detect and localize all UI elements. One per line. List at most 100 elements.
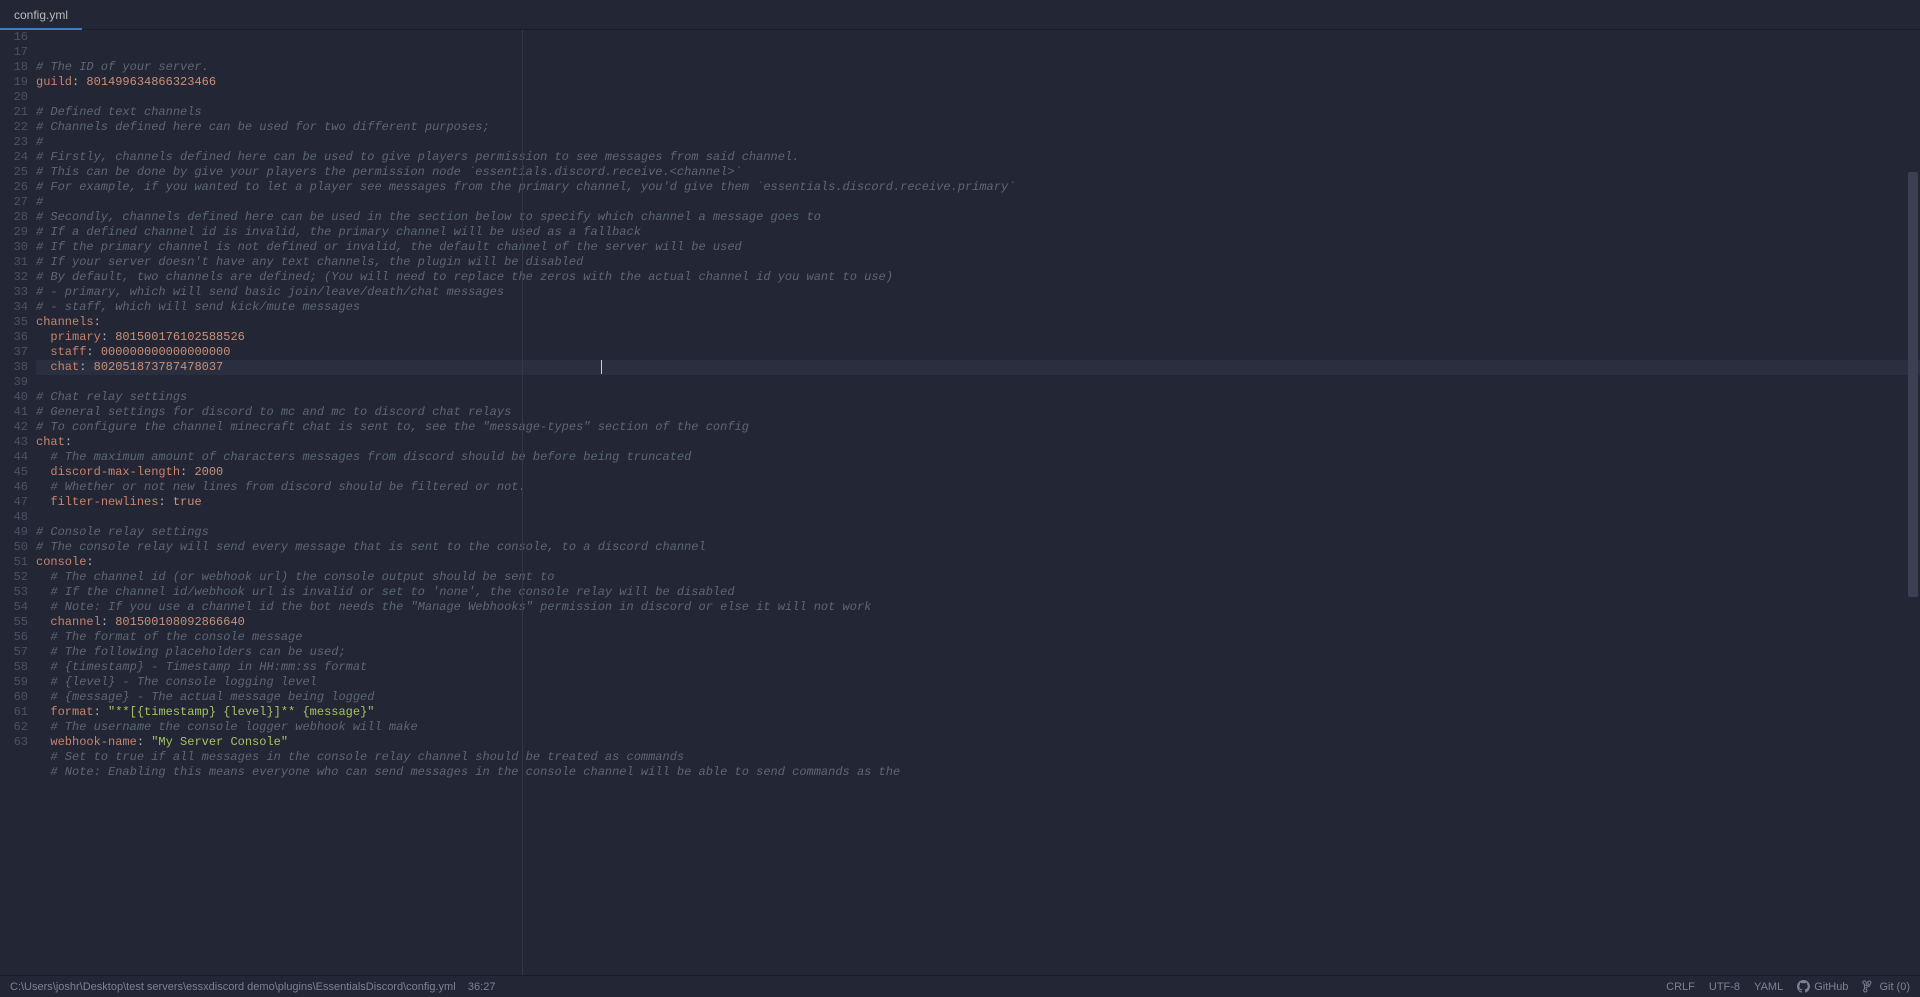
status-git[interactable]: Git (0) xyxy=(1862,980,1910,993)
status-github[interactable]: GitHub xyxy=(1797,980,1848,993)
line-number: 22 xyxy=(0,120,28,135)
status-line-separator[interactable]: CRLF xyxy=(1666,981,1695,993)
code-line[interactable] xyxy=(36,90,1920,105)
line-number: 31 xyxy=(0,255,28,270)
code-line[interactable]: staff: 000000000000000000 xyxy=(36,345,1920,360)
line-number: 63 xyxy=(0,735,28,750)
line-number: 51 xyxy=(0,555,28,570)
github-icon xyxy=(1797,980,1810,993)
code-line[interactable]: filter-newlines: true xyxy=(36,495,1920,510)
comment-token: # If the primary channel is not defined … xyxy=(36,240,742,254)
code-line[interactable]: # The channel id (or webhook url) the co… xyxy=(36,570,1920,585)
code-line[interactable]: # Channels defined here can be used for … xyxy=(36,120,1920,135)
code-line[interactable]: # Console relay settings xyxy=(36,525,1920,540)
code-line[interactable]: # Whether or not new lines from discord … xyxy=(36,480,1920,495)
code-line[interactable]: # - primary, which will send basic join/… xyxy=(36,285,1920,300)
code-line[interactable]: # Secondly, channels defined here can be… xyxy=(36,210,1920,225)
line-number: 23 xyxy=(0,135,28,150)
status-git-label: Git (0) xyxy=(1879,981,1910,993)
code-line[interactable] xyxy=(36,375,1920,390)
line-number: 49 xyxy=(0,525,28,540)
line-number: 52 xyxy=(0,570,28,585)
status-cursor-position[interactable]: 36:27 xyxy=(468,981,496,993)
line-number: 29 xyxy=(0,225,28,240)
token: : xyxy=(180,465,194,479)
line-number: 35 xyxy=(0,315,28,330)
token: : xyxy=(86,345,100,359)
code-line[interactable]: chat: xyxy=(36,435,1920,450)
scrollbar-thumb[interactable] xyxy=(1908,172,1918,597)
code-line[interactable]: # The following placeholders can be used… xyxy=(36,645,1920,660)
code-line[interactable]: # The ID of your server. xyxy=(36,60,1920,75)
vertical-scrollbar[interactable] xyxy=(1908,30,1918,975)
code-line[interactable]: channels: xyxy=(36,315,1920,330)
code-line[interactable]: # The maximum amount of characters messa… xyxy=(36,450,1920,465)
string-token: "My Server Console" xyxy=(151,735,288,749)
line-number: 33 xyxy=(0,285,28,300)
line-number: 55 xyxy=(0,615,28,630)
comment-token: # General settings for discord to mc and… xyxy=(36,405,511,419)
code-line[interactable]: # If your server doesn't have any text c… xyxy=(36,255,1920,270)
text-cursor xyxy=(601,360,602,374)
comment-token: # {timestamp} - Timestamp in HH:mm:ss fo… xyxy=(50,660,367,674)
line-number: 16 xyxy=(0,30,28,45)
code-line[interactable]: # {message} - The actual message being l… xyxy=(36,690,1920,705)
tab-bar: config.yml xyxy=(0,0,1920,30)
token: : xyxy=(86,555,93,569)
tab-config-yml[interactable]: config.yml xyxy=(0,1,82,29)
code-line[interactable] xyxy=(36,510,1920,525)
comment-token: # The username the console logger webhoo… xyxy=(50,720,417,734)
code-line[interactable]: discord-max-length: 2000 xyxy=(36,465,1920,480)
code-line[interactable]: guild: 801499634866323466 xyxy=(36,75,1920,90)
code-line[interactable]: # - staff, which will send kick/mute mes… xyxy=(36,300,1920,315)
comment-token: # The maximum amount of characters messa… xyxy=(50,450,691,464)
comment-token: # The console relay will send every mess… xyxy=(36,540,706,554)
code-line[interactable]: # If the channel id/webhook url is inval… xyxy=(36,585,1920,600)
line-number: 36 xyxy=(0,330,28,345)
code-line[interactable]: channel: 801500108092866640 xyxy=(36,615,1920,630)
comment-token: # Channels defined here can be used for … xyxy=(36,120,490,134)
number-token: 801500176102588526 xyxy=(115,330,245,344)
code-line[interactable]: # Firstly, channels defined here can be … xyxy=(36,150,1920,165)
status-language[interactable]: YAML xyxy=(1754,981,1783,993)
code-line[interactable]: # By default, two channels are defined; … xyxy=(36,270,1920,285)
code-line[interactable]: # The username the console logger webhoo… xyxy=(36,720,1920,735)
code-line[interactable]: # xyxy=(36,135,1920,150)
code-line[interactable]: # To configure the channel minecraft cha… xyxy=(36,420,1920,435)
code-line[interactable]: # If a defined channel id is invalid, th… xyxy=(36,225,1920,240)
code-line[interactable]: # General settings for discord to mc and… xyxy=(36,405,1920,420)
code-line[interactable]: # The format of the console message xyxy=(36,630,1920,645)
key-token: console xyxy=(36,555,86,569)
comment-token: # Note: If you use a channel id the bot … xyxy=(50,600,871,614)
key-token: format xyxy=(50,705,93,719)
code-line[interactable]: # Note: Enabling this means everyone who… xyxy=(36,765,1920,780)
code-area[interactable]: # The ID of your server.guild: 801499634… xyxy=(36,30,1920,975)
editor[interactable]: 1617181920212223242526272829303132333435… xyxy=(0,30,1920,975)
status-encoding[interactable]: UTF-8 xyxy=(1709,981,1740,993)
line-number: 59 xyxy=(0,675,28,690)
code-line[interactable]: webhook-name: "My Server Console" xyxy=(36,735,1920,750)
code-line[interactable]: # The console relay will send every mess… xyxy=(36,540,1920,555)
code-line[interactable]: chat: 802051873787478037 xyxy=(36,360,1920,375)
code-line[interactable]: # Defined text channels xyxy=(36,105,1920,120)
code-line[interactable]: # If the primary channel is not defined … xyxy=(36,240,1920,255)
number-token: 801499634866323466 xyxy=(86,75,216,89)
code-line[interactable]: console: xyxy=(36,555,1920,570)
code-line[interactable]: primary: 801500176102588526 xyxy=(36,330,1920,345)
line-number: 37 xyxy=(0,345,28,360)
code-line[interactable]: # Chat relay settings xyxy=(36,390,1920,405)
code-line[interactable]: format: "**[{timestamp} {level}]** {mess… xyxy=(36,705,1920,720)
status-bar: C:\Users\joshr\Desktop\test servers\essx… xyxy=(0,975,1920,997)
code-line[interactable]: # xyxy=(36,195,1920,210)
key-token: channels xyxy=(36,315,94,329)
line-number: 32 xyxy=(0,270,28,285)
code-line[interactable]: # {level} - The console logging level xyxy=(36,675,1920,690)
code-line[interactable]: # Set to true if all messages in the con… xyxy=(36,750,1920,765)
line-number: 39 xyxy=(0,375,28,390)
code-line[interactable]: # For example, if you wanted to let a pl… xyxy=(36,180,1920,195)
code-line[interactable]: # {timestamp} - Timestamp in HH:mm:ss fo… xyxy=(36,660,1920,675)
code-line[interactable]: # Note: If you use a channel id the bot … xyxy=(36,600,1920,615)
code-line[interactable]: # This can be done by give your players … xyxy=(36,165,1920,180)
comment-token: # Whether or not new lines from discord … xyxy=(50,480,525,494)
line-number-gutter: 1617181920212223242526272829303132333435… xyxy=(0,30,36,975)
